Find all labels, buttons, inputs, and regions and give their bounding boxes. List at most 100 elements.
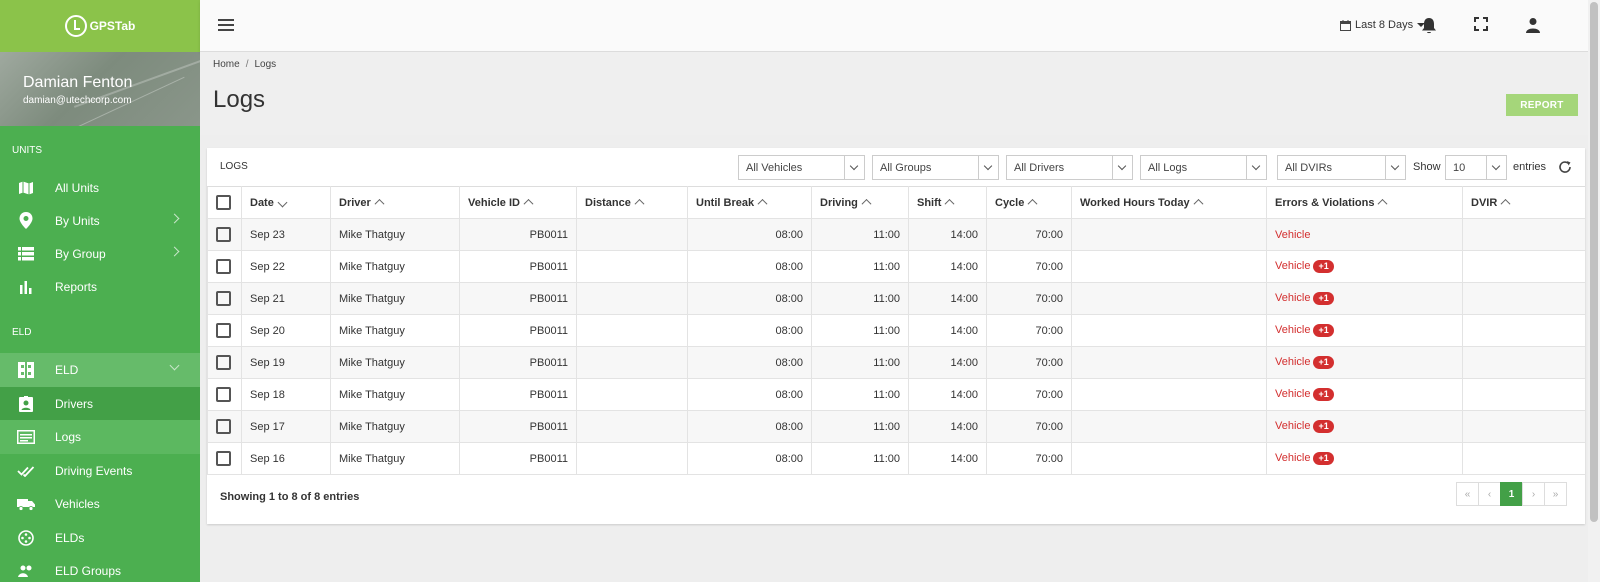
col-worked-hours[interactable]: Worked Hours Today [1071,186,1267,219]
row-checkbox[interactable] [216,419,231,434]
col-driver[interactable]: Driver [330,186,460,219]
next-page-icon[interactable]: › [1522,482,1545,506]
violation-count-badge[interactable]: +1 [1313,324,1334,337]
sidebar-item-vehicles[interactable]: Vehicles [0,488,200,522]
until-break-cell: 08:00 [687,442,812,475]
row-checkbox[interactable] [216,451,231,466]
col-cycle[interactable]: Cycle [986,186,1072,219]
col-vehicle-id[interactable]: Vehicle ID [459,186,577,219]
error-link[interactable]: Vehicle [1275,229,1310,241]
distance-cell [576,442,688,475]
distance-cell [576,314,688,347]
violation-count-badge[interactable]: +1 [1313,420,1334,433]
errors-cell: Vehicle +1 [1266,282,1463,315]
table-row[interactable]: Sep 23 Mike Thatguy PB0011 08:00 11:00 14:00 7… [207,218,1586,251]
error-link[interactable]: Vehicle [1275,420,1310,432]
vehicles-filter[interactable]: All Vehicles [738,155,865,180]
sidebar-item-by-units[interactable]: By Units [0,204,200,237]
error-link[interactable]: Vehicle [1275,452,1310,464]
date-range-dropdown[interactable]: Last 8 Days [1340,19,1426,31]
error-link[interactable]: Vehicle [1275,356,1310,368]
sort-icon [1193,199,1204,209]
table-header-row: Date Driver Vehicle ID Distance Until Br… [207,186,1586,219]
report-button[interactable]: REPORT [1506,94,1578,116]
dvirs-filter[interactable]: All DVIRs [1277,155,1406,180]
logs-table: Date Driver Vehicle ID Distance Until Br… [207,186,1586,475]
bell-icon[interactable] [1421,17,1439,35]
col-driving[interactable]: Driving [811,186,909,219]
last-page-icon[interactable]: » [1544,482,1567,506]
driver-cell: Mike Thatguy [330,314,460,347]
select-all-checkbox[interactable] [216,195,231,210]
violation-count-badge[interactable]: +1 [1313,260,1334,273]
table-row[interactable]: Sep 21 Mike Thatguy PB0011 08:00 11:00 14:00 7… [207,282,1586,315]
table-row[interactable]: Sep 16 Mike Thatguy PB0011 08:00 11:00 14:00 7… [207,442,1586,475]
error-link[interactable]: Vehicle [1275,260,1310,272]
table-row[interactable]: Sep 18 Mike Thatguy PB0011 08:00 11:00 14:00 7… [207,378,1586,411]
cycle-cell: 70:00 [986,282,1072,315]
page-1-button[interactable]: 1 [1500,482,1523,506]
row-checkbox[interactable] [216,355,231,370]
row-checkbox[interactable] [216,323,231,338]
sidebar-item-eld[interactable]: ELD [0,353,200,387]
user-name: Damian Fenton [23,74,133,91]
sidebar-item-elds[interactable]: ELDs [0,521,200,555]
logs-filter[interactable]: All Logs [1140,155,1267,180]
violation-count-badge[interactable]: +1 [1313,292,1334,305]
cycle-cell: 70:00 [986,250,1072,283]
sidebar-item-label: Logs [55,430,82,444]
violation-count-badge[interactable]: +1 [1313,356,1334,369]
table-row[interactable]: Sep 20 Mike Thatguy PB0011 08:00 11:00 14:00 7… [207,314,1586,347]
col-until-break[interactable]: Until Break [687,186,812,219]
row-checkbox[interactable] [216,387,231,402]
fullscreen-icon[interactable] [1474,17,1492,35]
page-size-select[interactable]: 10 [1445,155,1507,180]
sidebar-item-by-group[interactable]: By Group [0,237,200,270]
groups-filter[interactable]: All Groups [872,155,999,180]
row-checkbox[interactable] [216,227,231,242]
table-row[interactable]: Sep 19 Mike Thatguy PB0011 08:00 11:00 14:00 7… [207,346,1586,379]
sidebar-item-drivers[interactable]: Drivers [0,387,200,420]
row-checkbox[interactable] [216,291,231,306]
driving-cell: 11:00 [811,442,909,475]
sidebar-item-reports[interactable]: Reports [0,270,200,303]
sidebar-item-label: Reports [55,279,98,294]
breadcrumb-home[interactable]: Home [213,59,240,70]
table-row[interactable]: Sep 17 Mike Thatguy PB0011 08:00 11:00 14:00 7… [207,410,1586,443]
table-row[interactable]: Sep 22 Mike Thatguy PB0011 08:00 11:00 14:00 7… [207,250,1586,283]
vehicle-id-cell: PB0011 [459,314,577,347]
sidebar-item-eld-groups[interactable]: ELD Groups [0,555,200,582]
sidebar-item-all-units[interactable]: All Units [0,171,200,204]
sidebar-item-logs[interactable]: Logs [0,420,200,454]
error-link[interactable]: Vehicle [1275,388,1310,400]
shift-cell: 14:00 [908,442,987,475]
col-errors[interactable]: Errors & Violations [1266,186,1463,219]
user-avatar-icon[interactable] [1525,17,1543,35]
sort-icon [861,199,872,209]
prev-page-icon[interactable]: ‹ [1478,482,1501,506]
cycle-cell: 70:00 [986,378,1072,411]
refresh-icon[interactable] [1558,160,1572,174]
error-link[interactable]: Vehicle [1275,324,1310,336]
sidebar-item-driving-events[interactable]: Driving Events [0,454,200,488]
violation-count-badge[interactable]: +1 [1313,452,1334,465]
col-dvir[interactable]: DVIR [1462,186,1586,219]
worked-hours-cell [1071,378,1267,411]
row-checkbox[interactable] [216,259,231,274]
page-scrollbar[interactable] [1588,0,1600,582]
col-date[interactable]: Date [241,186,331,219]
sidebar-item-label: Vehicles [55,497,100,512]
sort-icon [945,199,955,209]
hamburger-menu-icon[interactable] [218,19,234,33]
col-distance[interactable]: Distance [576,186,688,219]
drivers-filter[interactable]: All Drivers [1006,155,1133,180]
first-page-icon[interactable]: « [1456,482,1479,506]
col-shift[interactable]: Shift [908,186,987,219]
violation-count-badge[interactable]: +1 [1313,388,1334,401]
sort-icon [1027,199,1038,209]
error-link[interactable]: Vehicle [1275,292,1310,304]
brand-logo[interactable]: GPSTab [0,0,200,52]
logs-filter-value: All Logs [1148,162,1188,174]
driving-cell: 11:00 [811,282,909,315]
driving-cell: 11:00 [811,314,909,347]
